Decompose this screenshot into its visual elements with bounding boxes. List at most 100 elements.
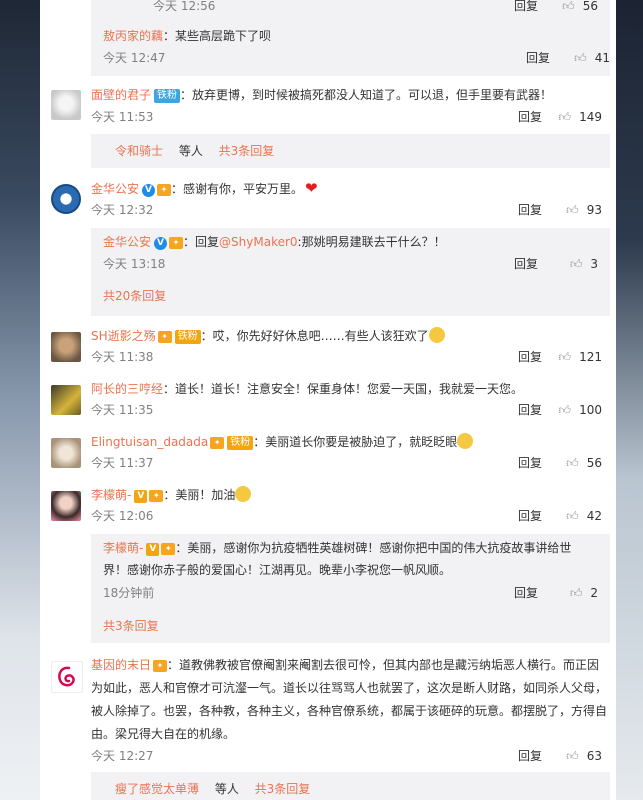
thumbs-up-icon: 👍︎ [574, 51, 587, 65]
comment-meta: 今天 12:27 回复 👍︎ 63 [91, 746, 602, 766]
user-name-link[interactable]: 令和骑士 [115, 144, 163, 158]
vip-icon: V [146, 543, 160, 556]
like-button[interactable]: 👍︎ 56 [562, 0, 598, 16]
avatar[interactable] [51, 491, 81, 521]
avatar[interactable] [51, 385, 81, 415]
user-name-link[interactable]: 李檬萌- [103, 541, 143, 555]
like-count: 149 [579, 110, 602, 124]
like-count: 2 [590, 586, 598, 600]
avatar[interactable] [51, 661, 83, 693]
comment-text: ：感谢有你，平安万里。 [171, 182, 304, 196]
comment-text: ：美丽！加油 [163, 488, 236, 502]
avatar[interactable] [51, 184, 81, 214]
sub-reply-block: 李檬萌- V ✦ ：美丽，感谢你为抗疫牺牲英雄树碑！感谢你把中国的伟大抗疫故事讲给世 … [91, 534, 610, 643]
comment-list: 今天 12:56 回复 👍︎ 56 敖丙家的藕：某些高层跪下了呗 今天 12:47… [40, 0, 616, 800]
user-name-link[interactable]: 基因的末日 [91, 658, 151, 672]
comment-meta: 18分钟前 回复 👍︎ 2 [103, 583, 598, 603]
reply-text: ：美丽，感谢你为抗疫牺牲英雄树碑！感谢你把中国的伟大抗疫故事讲给世 [175, 541, 572, 555]
like-button[interactable]: 👍︎ 100 [559, 400, 602, 420]
avatar[interactable] [51, 90, 81, 120]
debian-logo-icon [58, 666, 75, 687]
comment-time: 今天 12:32 [91, 203, 154, 217]
reply-text: :那姚明易建联去干什么？！ [297, 235, 446, 249]
comment-time: 今天 12:27 [91, 749, 154, 763]
like-button[interactable]: 👍︎ 149 [559, 107, 602, 127]
reply-button[interactable]: 回复 [518, 453, 542, 473]
user-name-link[interactable]: SH逝影之殇 [91, 329, 156, 343]
vip-icon: V [134, 490, 148, 503]
user-name-link[interactable]: 金华公安 [103, 235, 151, 249]
comment-content: 面壁的君子 铁粉 ：放弃更博，到时候被搞死都没人知道了。可以退，但手里要有武器！ [91, 84, 612, 106]
like-button[interactable]: 👍︎ 63 [566, 746, 602, 766]
user-name-link[interactable]: 阿长的三哼经 [91, 382, 163, 396]
verified-icon: V [154, 237, 168, 250]
more-replies-count[interactable]: 共3条回复 [103, 619, 159, 633]
comment-time: 今天 11:38 [91, 350, 154, 364]
user-name-link[interactable]: 面壁的君子 [91, 88, 151, 102]
thumbs-up-icon: 👍︎ [566, 749, 579, 763]
more-replies-link[interactable]: 共3条回复 [103, 615, 159, 637]
thumbs-up-icon: 👍︎ [558, 403, 572, 417]
background-right [616, 0, 643, 800]
more-label: 等人 [211, 782, 243, 796]
user-name-link[interactable]: 敖丙家的藕 [103, 29, 163, 43]
more-replies-bar[interactable]: 令和骑士 等人 共3条回复 [91, 134, 610, 168]
user-name-link[interactable]: Elingtuisan_dadada [91, 435, 208, 449]
more-replies-count[interactable]: 共20条回复 [103, 289, 166, 303]
cheer-emoji-icon [235, 486, 252, 502]
user-name-link[interactable]: 李檬萌- [91, 488, 131, 502]
level-icon: ✦ [149, 490, 164, 502]
avatar[interactable] [51, 332, 81, 362]
user-name-link[interactable]: 瘦了感觉太单薄 [115, 782, 199, 796]
like-count: 93 [586, 203, 602, 217]
reply-button[interactable]: 回复 [514, 254, 538, 274]
like-button[interactable]: 👍︎ 42 [566, 506, 602, 526]
like-button[interactable]: 👍︎ 121 [559, 347, 602, 367]
thumbs-up-icon: 👍︎ [566, 456, 579, 470]
reply-button[interactable]: 回复 [518, 400, 542, 420]
reply-button[interactable]: 回复 [526, 48, 550, 68]
comment-time: 今天 11:35 [91, 403, 154, 417]
thumbs-up-icon: 👍︎ [558, 110, 572, 124]
reply-button[interactable]: 回复 [518, 347, 542, 367]
comment-meta: 今天 13:18 回复 👍︎ 3 [103, 254, 598, 274]
reply-button[interactable]: 回复 [518, 107, 542, 127]
reply-button[interactable]: 回复 [514, 583, 538, 603]
like-button[interactable]: 👍︎ 2 [570, 583, 598, 603]
thumbs-up-icon: 👍︎ [569, 257, 583, 271]
user-name-link[interactable]: 金华公安 [91, 182, 139, 196]
fan-badge: 铁粉 [154, 89, 181, 103]
more-replies-bar[interactable]: 瘦了感觉太单薄 等人 共3条回复 [91, 772, 610, 800]
thumbs-up-icon: 👍︎ [558, 350, 572, 364]
comment-content: Elingtuisan_dadada ✦ 铁粉 ：美丽道长你要是被胁迫了，就眨眨眼 [91, 431, 612, 453]
comment-meta: 今天 12:06 回复 👍︎ 42 [91, 506, 602, 526]
reply-button[interactable]: 回复 [518, 506, 542, 526]
more-replies-link[interactable]: 共3条回复 [219, 144, 275, 158]
comment-time: 今天 12:06 [91, 509, 154, 523]
avatar[interactable] [51, 438, 81, 468]
comment-time: 今天 11:53 [91, 110, 154, 124]
like-count: 63 [586, 749, 602, 763]
reply-button[interactable]: 回复 [514, 0, 538, 16]
level-icon: ✦ [153, 660, 168, 672]
comment-text: ：哎，你先好好休息吧……有些人该狂欢了 [200, 329, 429, 343]
level-icon: ✦ [161, 543, 176, 555]
like-count: 121 [579, 350, 602, 364]
level-icon: ✦ [210, 437, 225, 449]
heart-emoji-icon: ❤ [305, 179, 318, 197]
mention-link[interactable]: @ShyMaker0 [219, 235, 298, 249]
comment-time: 18分钟前 [103, 586, 155, 600]
like-button[interactable]: 👍︎ 93 [566, 200, 602, 220]
comment-content: 金华公安 V ✦ ：感谢有你，平安万里。 ❤ [91, 177, 612, 200]
like-button[interactable]: 👍︎ 3 [570, 254, 598, 274]
level-icon: ✦ [169, 237, 184, 249]
more-replies-link[interactable]: 共20条回复 [103, 285, 166, 307]
reply-button[interactable]: 回复 [518, 200, 542, 220]
reply-button[interactable]: 回复 [518, 746, 542, 766]
sub-reply: 李檬萌- V ✦ ：美丽，感谢你为抗疫牺牲英雄树碑！感谢你把中国的伟大抗疫故事讲给世 … [103, 537, 598, 581]
comment-text: ：美丽道长你要是被胁迫了，就眨眨眼 [253, 435, 458, 449]
comment-content: SH逝影之殇 ✦ 铁粉 ：哎，你先好好休息吧……有些人该狂欢了 [91, 325, 612, 347]
like-button[interactable]: 👍︎ 41 [574, 48, 610, 68]
more-replies-link[interactable]: 共3条回复 [255, 782, 311, 796]
like-button[interactable]: 👍︎ 56 [566, 453, 602, 473]
